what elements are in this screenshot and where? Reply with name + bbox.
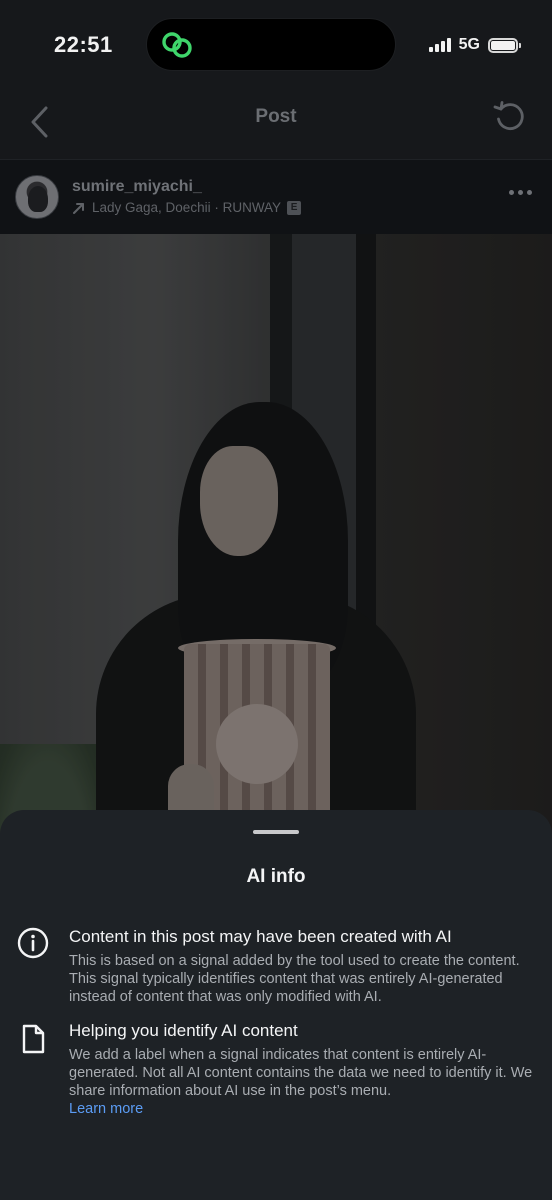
- username[interactable]: sumire_miyachi_: [72, 178, 202, 196]
- row-body: This is based on a signal added by the t…: [69, 953, 520, 1005]
- sheet-drag-handle[interactable]: [253, 830, 299, 834]
- status-time: 22:51: [54, 32, 113, 57]
- refresh-icon[interactable]: [492, 99, 528, 135]
- status-indicators: 5G: [428, 36, 521, 54]
- explicit-badge: E: [287, 200, 302, 215]
- network-label: 5G: [458, 36, 480, 53]
- document-icon: [22, 1024, 45, 1054]
- learn-more-link[interactable]: Learn more: [69, 1100, 538, 1118]
- post-photo[interactable]: [0, 234, 552, 834]
- ai-info-sheet: AI info Content in this post may have be…: [0, 810, 552, 1200]
- row-title: Content in this post may have been creat…: [69, 927, 452, 946]
- sheet-title: AI info: [246, 866, 306, 887]
- avatar[interactable]: [15, 175, 59, 219]
- more-dots-icon[interactable]: [509, 190, 532, 195]
- page-title: Post: [255, 106, 297, 127]
- battery-icon: [488, 37, 521, 53]
- dynamic-island: [146, 18, 396, 71]
- post-header: sumire_miyachi_ Lady Gaga, Doechii · RUN…: [0, 160, 552, 234]
- arrow-up-right-icon: [73, 202, 84, 214]
- nav-bar: Post: [0, 90, 552, 160]
- signal-bars-icon: [428, 38, 451, 52]
- audio-attribution[interactable]: Lady Gaga, Doechii · RUNWAY E: [72, 200, 302, 215]
- status-bar: 22:51 5G: [0, 0, 552, 90]
- row-title: Helping you identify AI content: [69, 1021, 298, 1040]
- chain-link-icon: [162, 32, 192, 58]
- info-circle-icon: [17, 927, 49, 959]
- audio-label: Lady Gaga, Doechii · RUNWAY: [92, 200, 282, 215]
- row-body: We add a label when a signal indicates t…: [69, 1047, 533, 1099]
